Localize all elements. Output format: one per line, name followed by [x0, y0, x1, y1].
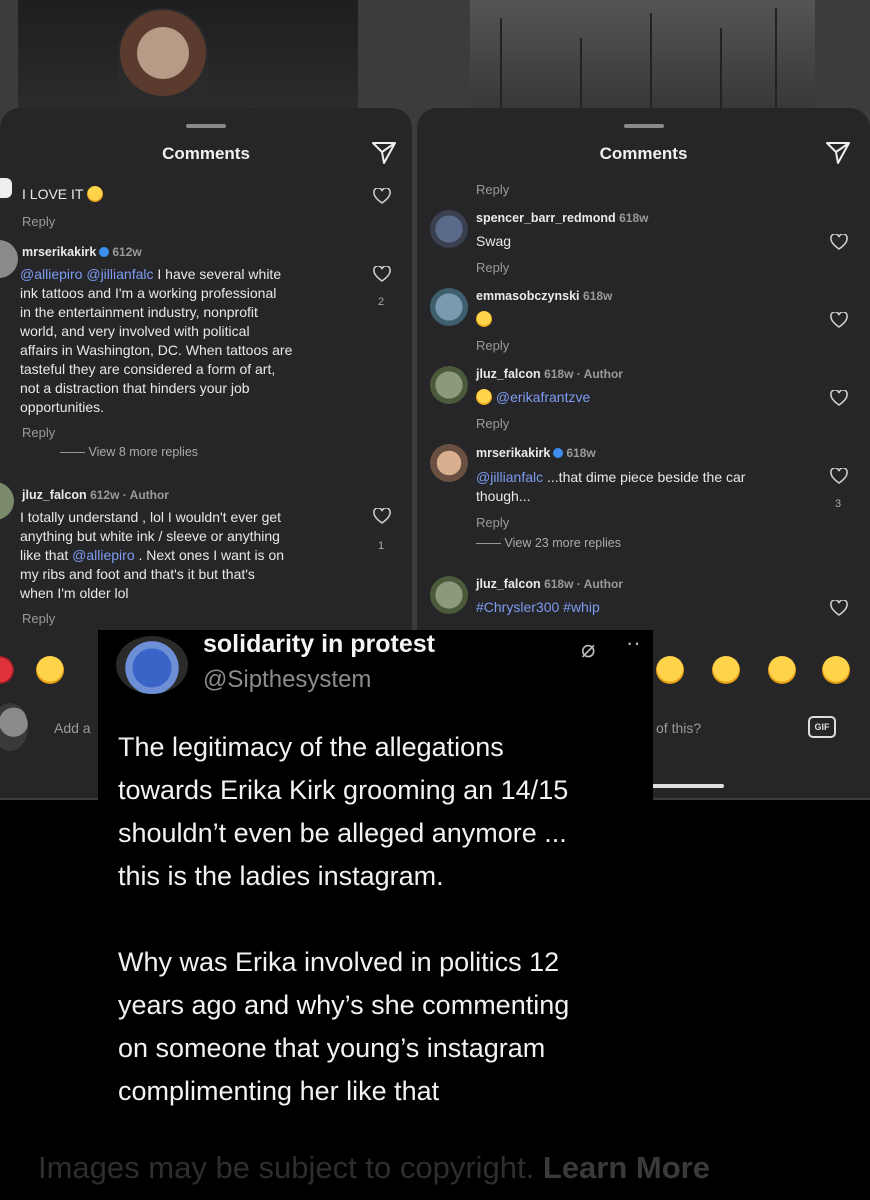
comment-username[interactable]: jluz_falcon 612w · Author	[22, 488, 169, 502]
heart-eyes-emoji-icon	[476, 311, 492, 329]
like-heart-icon[interactable]	[830, 234, 848, 250]
avatar[interactable]	[430, 366, 468, 404]
like-heart-icon[interactable]	[373, 266, 391, 282]
tweet-line: towards Erika Kirk grooming an 14/15	[118, 775, 569, 805]
drag-handle[interactable]	[623, 124, 664, 128]
reply-link[interactable]: Reply	[476, 260, 509, 275]
comment-username[interactable]: jluz_falcon 618w · Author	[476, 577, 623, 591]
tweet-card[interactable]: solidarity in protest @Sipthesystem ⌀ ··…	[98, 630, 653, 1140]
tweet-avatar[interactable]	[116, 636, 188, 694]
copyright-notice: Images may be subject to copyright. Lear…	[38, 1150, 710, 1185]
tweet-text: The legitimacy of the allegations toward…	[118, 726, 648, 1113]
learn-more-link[interactable]: Learn More	[543, 1150, 710, 1185]
verified-badge-icon	[99, 247, 110, 257]
comment-text-line: opportunities.	[20, 399, 105, 415]
comment-text: Swag	[476, 233, 512, 249]
comment-text-line: ink tattoos and I'm a working profession…	[20, 285, 277, 301]
reply-link[interactable]: Reply	[22, 611, 55, 626]
reply-link[interactable]: Reply	[476, 515, 509, 530]
comment-text-line: world, and very involved with political	[20, 323, 250, 339]
tweet-line: on someone that young’s instagram	[118, 1033, 546, 1063]
comment-text-line: my ribs and foot and that's it but that'…	[20, 566, 255, 582]
avatar[interactable]	[0, 178, 12, 198]
smile-emoji-icon	[476, 389, 492, 405]
raised-hands-reaction-icon[interactable]	[36, 656, 64, 684]
avatar[interactable]	[430, 288, 468, 326]
crying-face-reaction-icon[interactable]	[656, 656, 684, 684]
share-icon[interactable]	[370, 140, 398, 166]
avatar[interactable]	[430, 444, 468, 482]
add-comment-placeholder[interactable]: of this?	[656, 720, 701, 736]
avatar[interactable]	[430, 576, 468, 614]
comment-username[interactable]: jluz_falcon 618w · Author	[476, 367, 623, 381]
like-count: 1	[378, 540, 385, 552]
gif-button[interactable]: GIF	[808, 716, 836, 738]
add-comment-input[interactable]: Add a	[54, 720, 91, 736]
comment-text: @jillianfalc ...that dime piece beside t…	[476, 469, 746, 485]
laughing-face-reaction-icon[interactable]	[822, 656, 850, 684]
more-options-icon[interactable]: ··	[626, 630, 641, 656]
tweet-handle[interactable]: @Sipthesystem	[203, 666, 371, 694]
comment-username[interactable]: spencer_barr_redmond 618w	[476, 211, 648, 225]
share-icon[interactable]	[824, 140, 852, 166]
tweet-line: years ago and why’s she commenting	[118, 990, 570, 1020]
view-more-replies[interactable]: —— View 8 more replies	[60, 445, 198, 459]
comment-text-line: like that @alliepiro . Next ones I want …	[20, 547, 285, 563]
tweet-line: The legitimacy of the allegations	[118, 732, 504, 762]
verified-badge-icon	[553, 448, 564, 458]
like-heart-icon[interactable]	[373, 188, 391, 204]
comment-text-line: tasteful they are considered a form of a…	[20, 361, 276, 377]
copyright-footer: Images may be subject to copyright. Lear…	[0, 1140, 870, 1200]
reply-link[interactable]: Reply	[22, 214, 55, 229]
comment-text-line: affairs in Washington, DC. When tattoos …	[20, 342, 293, 358]
like-heart-icon[interactable]	[373, 508, 391, 524]
drag-handle[interactable]	[186, 124, 226, 128]
profile-photo-face	[118, 8, 208, 108]
like-heart-icon[interactable]	[830, 468, 848, 484]
heart-eyes-reaction-icon[interactable]	[712, 656, 740, 684]
like-heart-icon[interactable]	[830, 600, 848, 616]
post-photo-left	[18, 0, 358, 108]
comment-username[interactable]: mrserikakirk 618w	[476, 446, 596, 460]
comment-text-line: anything but white ink / sleeve or anyth…	[20, 528, 280, 544]
sheet-title: Comments	[162, 144, 250, 163]
tweet-line: complimenting her like that	[118, 1076, 440, 1106]
sheet-title: Comments	[599, 144, 688, 163]
comment-text-line: I totally understand , lol I wouldn't ev…	[20, 509, 282, 525]
grok-logo-icon[interactable]: ⌀	[581, 635, 595, 664]
comment-text-line: in the entertainment industry, nonprofit	[20, 304, 258, 320]
reply-link[interactable]: Reply	[476, 338, 509, 353]
tweet-line: this is the ladies instagram.	[118, 861, 444, 891]
comment-text: @alliepiro @jillianfalc I have several w…	[20, 266, 282, 282]
reply-link[interactable]: Reply	[476, 416, 509, 431]
post-photo-right	[470, 0, 815, 108]
comment-text-line: when I'm older lol	[20, 585, 129, 601]
reply-link[interactable]: Reply	[476, 182, 509, 197]
tweet-line: shouldn’t even be alleged anymore ...	[118, 818, 567, 848]
comment-username[interactable]: emmasobczynski 618w	[476, 289, 612, 303]
view-more-replies[interactable]: —— View 23 more replies	[476, 536, 621, 550]
tweet-line: Why was Erika involved in politics 12	[118, 947, 560, 977]
reply-link[interactable]: Reply	[22, 425, 55, 440]
like-count: 3	[835, 498, 842, 510]
avatar[interactable]	[430, 210, 468, 248]
like-count: 2	[378, 296, 385, 308]
surprised-face-reaction-icon[interactable]	[768, 656, 796, 684]
comment-username[interactable]: mrserikakirk 612w	[22, 245, 142, 259]
home-indicator	[652, 784, 724, 788]
like-heart-icon[interactable]	[830, 390, 848, 406]
comment-text-line: not a distraction that hinders your job	[20, 380, 250, 396]
tweet-display-name[interactable]: solidarity in protest	[203, 630, 435, 659]
heart-eyes-emoji-icon	[87, 186, 104, 202]
comment-text-line: though...	[476, 488, 531, 504]
comment-text: @erikafrantzve	[476, 388, 590, 407]
comment-text: I LOVE IT	[22, 185, 104, 204]
like-heart-icon[interactable]	[830, 312, 848, 328]
hashtags[interactable]: #Chrysler300 #whip	[476, 598, 600, 617]
